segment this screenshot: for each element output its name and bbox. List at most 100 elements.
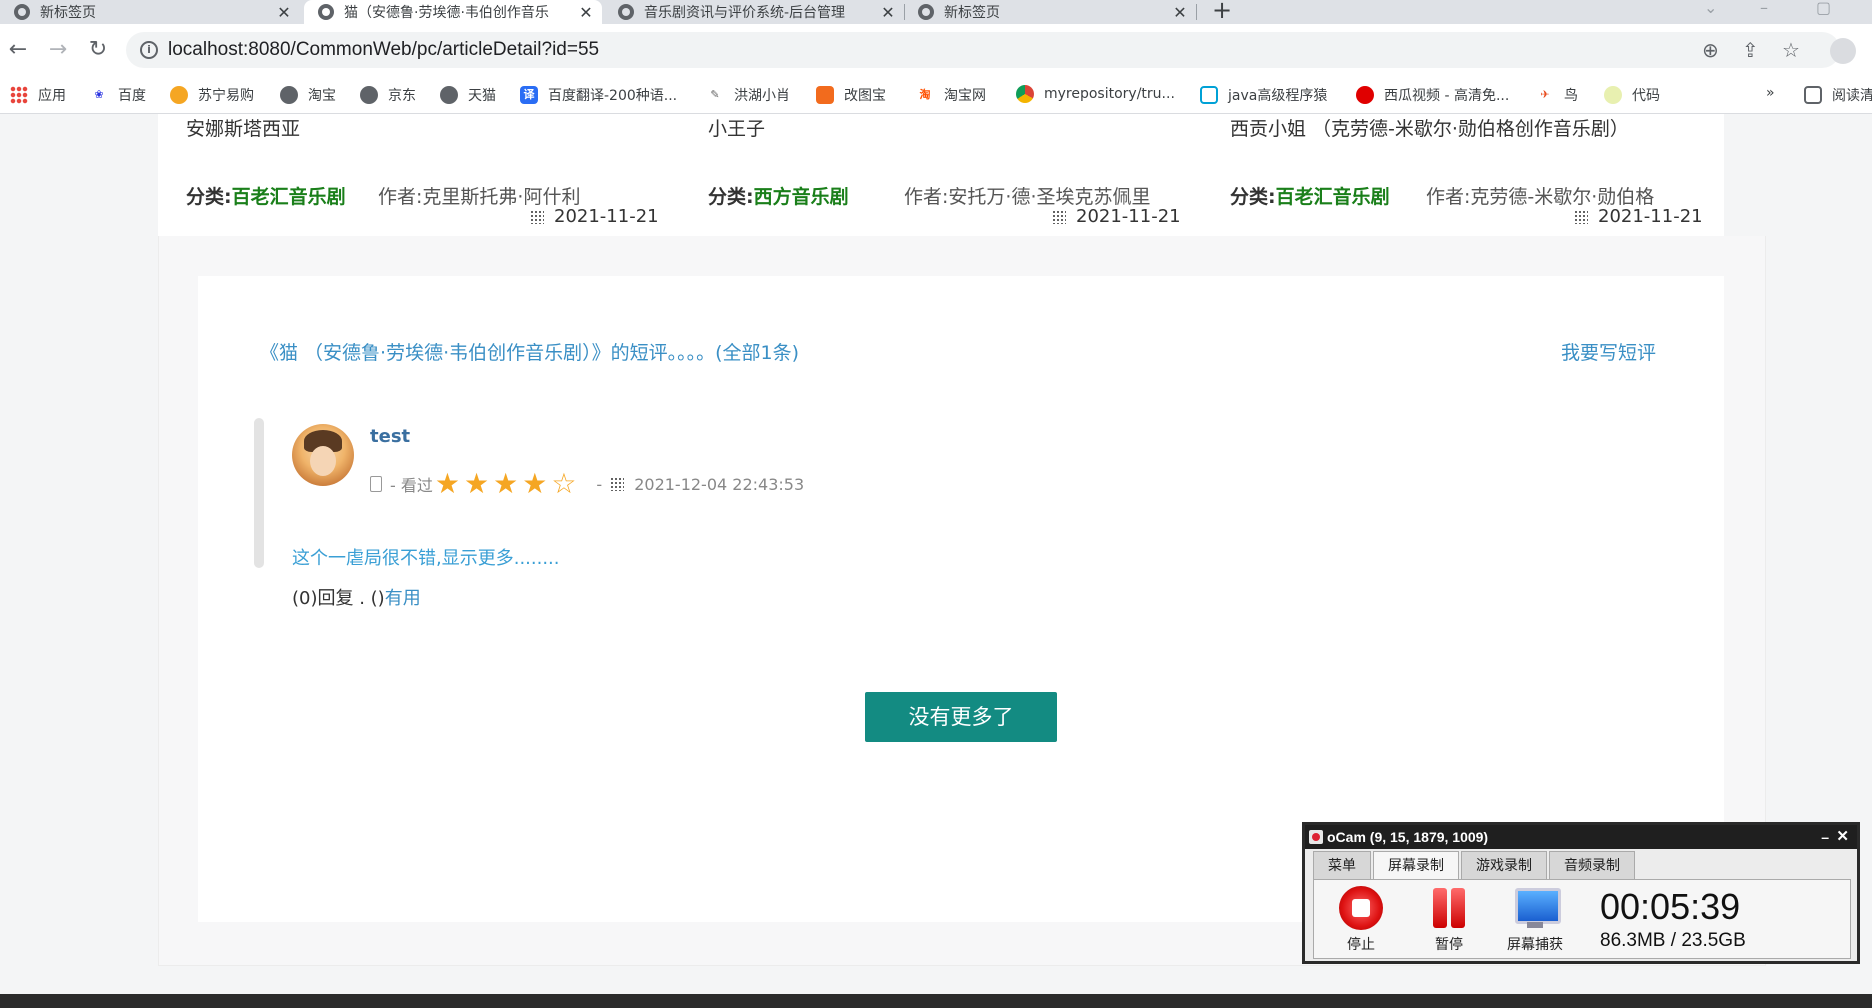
monitor-icon [1513, 886, 1561, 930]
bookmark-label: 洪湖小肖 [734, 88, 790, 104]
article-card[interactable]: 安娜斯塔西亚 分类:百老汇音乐剧 作者:克里斯托弗·阿什利 2021-11-21 [158, 114, 678, 236]
tab-article-detail[interactable]: 猫（安德鲁·劳埃德·韦伯创作音乐 ✕ [304, 0, 602, 24]
article-card[interactable]: 西贡小姐 （克劳德-米歇尔·勋伯格创作音乐剧） 分类:百老汇音乐剧 作者:克劳德… [1202, 114, 1722, 236]
card-author: 作者:克里斯托弗·阿什利 [378, 186, 581, 208]
tab-separator [1196, 4, 1197, 20]
bookmark-baidu[interactable]: ❀ 百度 [90, 85, 146, 105]
tab-close-icon[interactable]: ✕ [274, 3, 294, 22]
category-label: 分类: [708, 186, 754, 208]
ocam-tab-audio-record[interactable]: 音频录制 [1549, 851, 1635, 879]
reading-list-icon [1804, 86, 1822, 104]
new-tab-plus-icon[interactable]: + [1212, 0, 1232, 24]
zoom-icon[interactable]: ⊕ [1702, 38, 1719, 62]
article-card[interactable]: 小王子 分类:西方音乐剧 作者:安托万·德·圣埃克苏佩里 2021-11-21 [680, 114, 1200, 236]
bookmark-label: myrepository/tru... [1044, 86, 1175, 102]
ocam-tab-menu[interactable]: 菜单 [1313, 851, 1371, 879]
card-title[interactable]: 西贡小姐 （克劳德-米歇尔·勋伯格创作音乐剧） [1230, 114, 1629, 141]
bookmark-tmall[interactable]: 天猫 [440, 85, 496, 105]
bookmark-label: 百度 [118, 88, 146, 104]
bookmark-gaitubao[interactable]: 改图宝 [816, 85, 886, 105]
write-review-link[interactable]: 我要写短评 [1561, 338, 1656, 365]
address-bar[interactable]: i localhost:8080/CommonWeb/pc/articleDet… [126, 32, 1840, 68]
reload-icon[interactable]: ↻ [84, 36, 112, 64]
maximize-icon[interactable]: ▢ [1816, 0, 1831, 17]
ocam-capture-button[interactable]: 屏幕捕获 [1500, 886, 1570, 954]
reply-link[interactable]: (0)回复 . () [292, 588, 385, 609]
star-filled-icon: ★ [463, 467, 490, 500]
bookmark-jd[interactable]: 京东 [360, 85, 416, 105]
ocam-close-icon[interactable]: ✕ [1836, 825, 1849, 849]
star-filled-icon: ★ [434, 467, 460, 500]
profile-avatar-icon[interactable] [1830, 38, 1856, 64]
bookmark-apps[interactable]: 应用 [10, 85, 66, 105]
card-title[interactable]: 安娜斯塔西亚 [186, 114, 300, 141]
share-icon[interactable]: ⇪ [1742, 38, 1759, 62]
bookmark-niao[interactable]: ✈ 鸟 [1536, 85, 1578, 105]
card-title[interactable]: 小王子 [708, 114, 765, 141]
category-name[interactable]: 西方音乐剧 [754, 186, 849, 208]
review-actions: (0)回复 . ()有用 [292, 584, 421, 610]
tab-admin[interactable]: 音乐剧资讯与评价系统-后台管理 ✕ [604, 0, 904, 24]
ocam-title-bar[interactable]: oCam (9, 15, 1879, 1009) – ✕ [1305, 825, 1857, 849]
tab-close-icon[interactable]: ✕ [576, 3, 596, 22]
bookmark-java[interactable]: java高级程序猿 [1200, 85, 1327, 105]
user-avatar[interactable] [292, 424, 354, 486]
category-name[interactable]: 百老汇音乐剧 [1276, 186, 1390, 208]
back-arrow-icon[interactable]: ← [4, 36, 32, 64]
bookmark-taobaowang[interactable]: 淘淘宝网 [916, 85, 987, 105]
date-text: 2021-11-21 [1076, 206, 1181, 227]
bookmark-myrepository[interactable]: myrepository/tru... [1016, 85, 1175, 103]
apps-grid-icon [10, 86, 28, 104]
tab-search-chevron-icon[interactable]: ⌄ [1704, 0, 1717, 17]
no-more-button[interactable]: 没有更多了 [865, 692, 1057, 742]
review-username[interactable]: test [370, 426, 410, 447]
tab-new-tab-1[interactable]: 新标签页 ✕ [0, 0, 300, 24]
bookmark-star-icon[interactable]: ☆ [1782, 38, 1800, 62]
bookmark-label: 应用 [38, 88, 66, 104]
bookmark-suning[interactable]: 苏宁易购 [170, 85, 254, 105]
review-text[interactable]: 这个一虐局很不错,显示更多........ [292, 544, 560, 570]
bookmark-baidu-translate[interactable]: 译百度翻译-200种语... [520, 85, 677, 105]
tab-close-icon[interactable]: ✕ [1170, 3, 1190, 22]
tab-title: 音乐剧资讯与评价系统-后台管理 [644, 5, 846, 21]
pause-icon [1427, 886, 1471, 930]
card-category: 分类:西方音乐剧 [708, 182, 849, 209]
category-label: 分类: [186, 186, 232, 208]
ocam-elapsed-time: 00:05:39 [1600, 886, 1741, 927]
comment-left-bar [254, 418, 264, 568]
ocam-pause-button[interactable]: 暂停 [1414, 886, 1484, 954]
tab-close-icon[interactable]: ✕ [878, 3, 898, 22]
feather-icon: ✎ [710, 88, 720, 101]
related-articles: 安娜斯塔西亚 分类:百老汇音乐剧 作者:克里斯托弗·阿什利 2021-11-21… [158, 114, 1724, 236]
tab-new-tab-2[interactable]: 新标签页 ✕ [904, 0, 1196, 24]
bookmark-label: 代码 [1632, 88, 1660, 104]
site-info-icon[interactable]: i [140, 41, 158, 59]
bookmark-honghu[interactable]: ✎ 洪湖小肖 [706, 85, 790, 105]
book-icon [370, 476, 382, 492]
review-heading[interactable]: 《猫 （安德鲁·劳埃德·韦伯创作音乐剧）》的短评。。。。(全部1条) [260, 338, 799, 365]
ocam-title: oCam (9, 15, 1879, 1009) [1327, 829, 1489, 845]
review-meta: - 看过 ★ ★ ★ ★ ☆ - 2021-12-04 22:43:53 [370, 470, 804, 498]
bookmark-label: 改图宝 [844, 88, 886, 104]
code-icon [1604, 86, 1622, 104]
ocam-tab-screen-record[interactable]: 屏幕录制 [1373, 851, 1459, 879]
bookmark-label: 淘宝 [308, 88, 336, 104]
bookmark-label: java高级程序猿 [1228, 88, 1328, 104]
ocam-minimize-icon[interactable]: – [1821, 825, 1829, 849]
bookmark-taobao[interactable]: 淘宝 [280, 85, 336, 105]
globe-icon [360, 86, 378, 104]
category-name[interactable]: 百老汇音乐剧 [232, 186, 346, 208]
globe-icon [280, 86, 298, 104]
minimize-icon[interactable]: – [1760, 0, 1768, 17]
reading-list[interactable]: 阅读清 [1804, 85, 1872, 105]
ocam-tab-game-record[interactable]: 游戏录制 [1461, 851, 1547, 879]
useful-link[interactable]: 有用 [385, 588, 421, 609]
ocam-logo-icon [1309, 830, 1323, 844]
bookmarks-overflow-chevron[interactable]: » [1766, 85, 1775, 101]
bookmark-xigua[interactable]: 西瓜视频 - 高清免... [1356, 85, 1509, 105]
forward-arrow-icon[interactable]: → [44, 36, 72, 64]
url-text[interactable]: localhost:8080/CommonWeb/pc/articleDetai… [168, 39, 599, 61]
bookmark-code[interactable]: 代码 [1604, 85, 1660, 105]
ocam-stop-button[interactable]: 停止 [1326, 886, 1396, 954]
calendar-icon [530, 209, 544, 224]
